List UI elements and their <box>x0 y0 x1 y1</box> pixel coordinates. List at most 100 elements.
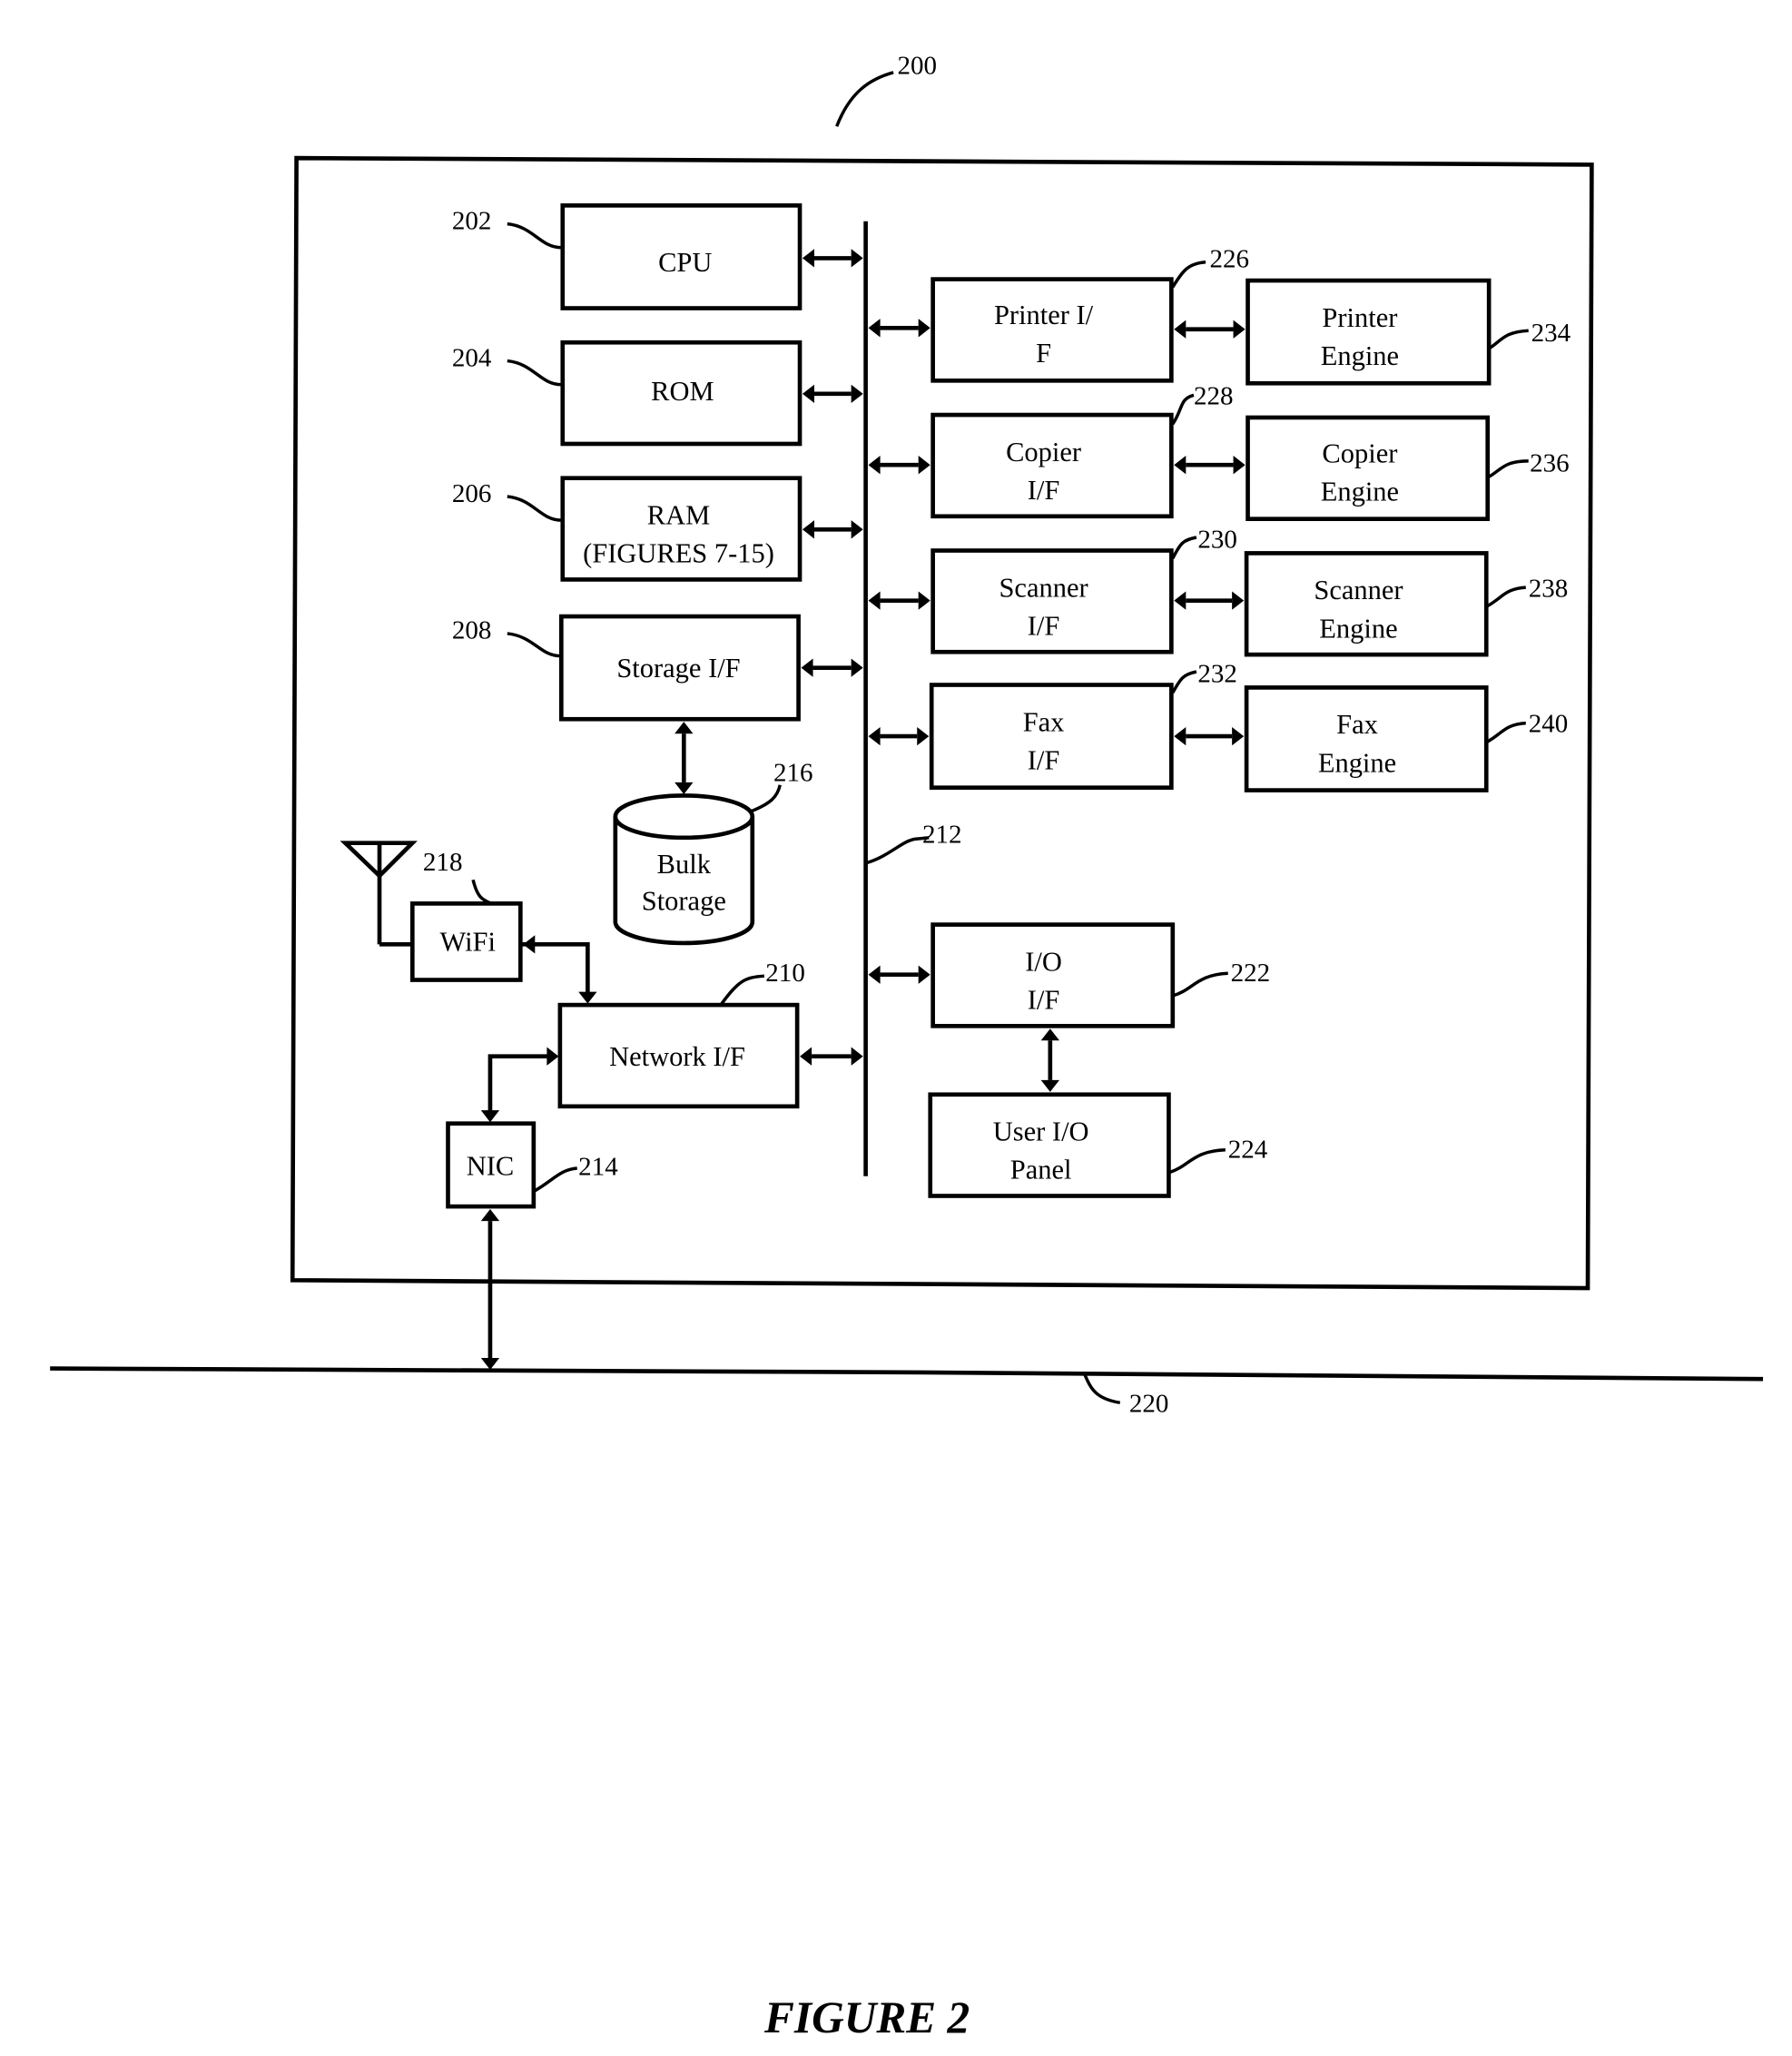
network-line <box>50 1366 1764 1382</box>
bus-ref-label: 212 <box>922 821 962 850</box>
nic-ref: 214 <box>578 1152 618 1181</box>
scanner-engine-label-line1: Scanner <box>1314 575 1403 605</box>
wifi-label: WiFi <box>440 927 496 958</box>
nic-ref-leader <box>534 1166 577 1193</box>
network-if-to-nic-link <box>487 1054 556 1120</box>
storage-if-ref: 208 <box>452 616 492 645</box>
nic-network-arrow <box>480 1209 500 1371</box>
bus-scanner-if-arrow <box>868 591 930 610</box>
printer-if-label-line1: Printer I/ <box>994 300 1094 330</box>
user-io-panel-ref: 224 <box>1228 1135 1268 1164</box>
storage-if-label: Storage I/F <box>616 653 740 684</box>
rom-label: ROM <box>651 376 714 407</box>
user-io-panel-label-line2: Panel <box>1010 1155 1072 1185</box>
wifi-ref-leader <box>471 879 493 906</box>
ram-ref: 206 <box>452 479 492 508</box>
copier-engine-ref-leader <box>1488 459 1529 478</box>
network-if-block: Network I/F <box>557 1002 800 1109</box>
bus-copier-if-arrow <box>868 456 930 475</box>
figure-caption: FIGURE 2 <box>763 1992 970 2042</box>
network-if-ref: 210 <box>765 959 805 988</box>
cpu-bus-arrow <box>802 249 863 268</box>
figure-2-diagram: 200 212 CPU 202 ROM 204 RAM (FIGURES 7-1… <box>50 51 1764 2042</box>
bus-ref-leader <box>866 836 930 865</box>
scanner-if-block: Scanner I/F <box>930 548 1174 654</box>
bus-fax-if-arrow <box>868 726 930 746</box>
copier-if-label-line1: Copier <box>1006 437 1081 467</box>
fax-engine-label-line1: Fax <box>1336 709 1378 740</box>
printer-if-ref: 226 <box>1209 245 1249 274</box>
printer-if-block: Printer I/ F <box>930 277 1174 383</box>
scanner-engine-label-line2: Engine <box>1319 613 1397 644</box>
wifi-ref: 218 <box>423 848 463 877</box>
antenna-icon <box>340 841 418 947</box>
printer-engine-ref-leader <box>1489 329 1529 349</box>
network-if-bus-arrow <box>800 1047 863 1066</box>
copier-engine-block: Copier Engine <box>1246 415 1491 522</box>
cpu-ref: 202 <box>452 206 492 235</box>
nic-label: NIC <box>467 1150 514 1181</box>
fax-if-ref-leader <box>1171 670 1197 694</box>
scanner-if-label-line1: Scanner <box>999 572 1088 603</box>
scanner-engine-ref: 238 <box>1529 574 1569 603</box>
fax-if-label-line2: I/F <box>1028 744 1060 775</box>
ram-label-line2: (FIGURES 7-15) <box>583 538 774 569</box>
system-ref-leader <box>835 71 894 127</box>
storage-if-ref-leader <box>507 632 561 658</box>
nic-block: NIC <box>446 1121 537 1209</box>
io-if-label-line2: I/F <box>1028 984 1060 1015</box>
fax-engine-ref-leader <box>1486 721 1526 743</box>
cpu-ref-leader <box>507 221 562 250</box>
scanner-if-ref: 230 <box>1197 526 1237 555</box>
copier-if-ref-leader <box>1171 393 1195 426</box>
network-if-label: Network I/F <box>609 1041 745 1072</box>
copier-if-engine-arrow <box>1174 456 1246 475</box>
wifi-to-network-if-link <box>521 942 590 1001</box>
rom-block: ROM <box>560 339 802 447</box>
copier-engine-label-line2: Engine <box>1321 476 1399 507</box>
bulk-storage-ref-leader <box>750 784 782 813</box>
bus-printer-if-arrow <box>868 319 930 338</box>
rom-bus-arrow <box>802 384 863 404</box>
printer-if-engine-arrow <box>1174 320 1246 339</box>
wifi-block: WiFi <box>409 901 523 982</box>
bulk-storage-label-line2: Storage <box>642 886 726 917</box>
network-if-ref-leader <box>719 974 764 1007</box>
storage-if-bulk-storage-arrow <box>674 722 694 794</box>
user-io-panel-block: User I/O Panel <box>928 1092 1171 1198</box>
copier-if-label-line2: I/F <box>1028 475 1060 506</box>
fax-if-block: Fax I/F <box>929 683 1174 791</box>
fax-engine-block: Fax Engine <box>1244 685 1489 792</box>
copier-if-ref: 228 <box>1194 381 1234 410</box>
bulk-storage-label-line1: Bulk <box>657 849 712 880</box>
printer-if-ref-leader <box>1171 261 1206 289</box>
ram-ref-leader <box>507 495 562 522</box>
printer-engine-block: Printer Engine <box>1246 278 1492 386</box>
ram-label-line1: RAM <box>647 499 710 530</box>
copier-engine-ref: 236 <box>1530 448 1570 477</box>
scanner-engine-block: Scanner Engine <box>1244 551 1489 657</box>
io-if-ref-leader <box>1172 971 1228 998</box>
bulk-storage-cylinder: Bulk Storage <box>613 793 755 946</box>
fax-if-label-line1: Fax <box>1023 706 1065 737</box>
cpu-block: CPU <box>560 203 802 310</box>
network-ref: 220 <box>1129 1389 1169 1418</box>
io-if-user-panel-arrow <box>1040 1028 1059 1092</box>
rom-ref: 204 <box>452 343 492 372</box>
scanner-if-ref-leader <box>1171 536 1197 559</box>
printer-if-label-line2: F <box>1036 338 1051 369</box>
cpu-label: CPU <box>658 247 712 278</box>
scanner-if-label-line2: I/F <box>1028 610 1060 641</box>
fax-engine-ref: 240 <box>1529 710 1569 739</box>
fax-if-engine-arrow <box>1174 726 1245 746</box>
fax-if-ref: 232 <box>1197 660 1237 689</box>
storage-if-bus-arrow <box>801 658 863 677</box>
scanner-if-engine-arrow <box>1174 591 1245 610</box>
bulk-storage-ref: 216 <box>773 758 813 787</box>
user-io-panel-label-line1: User I/O <box>993 1117 1089 1147</box>
fax-engine-label-line2: Engine <box>1318 747 1396 778</box>
rom-ref-leader <box>507 359 562 387</box>
bus-io-if-arrow <box>868 965 930 984</box>
printer-engine-label-line2: Engine <box>1321 340 1399 371</box>
io-if-block: I/O I/F <box>930 922 1176 1028</box>
